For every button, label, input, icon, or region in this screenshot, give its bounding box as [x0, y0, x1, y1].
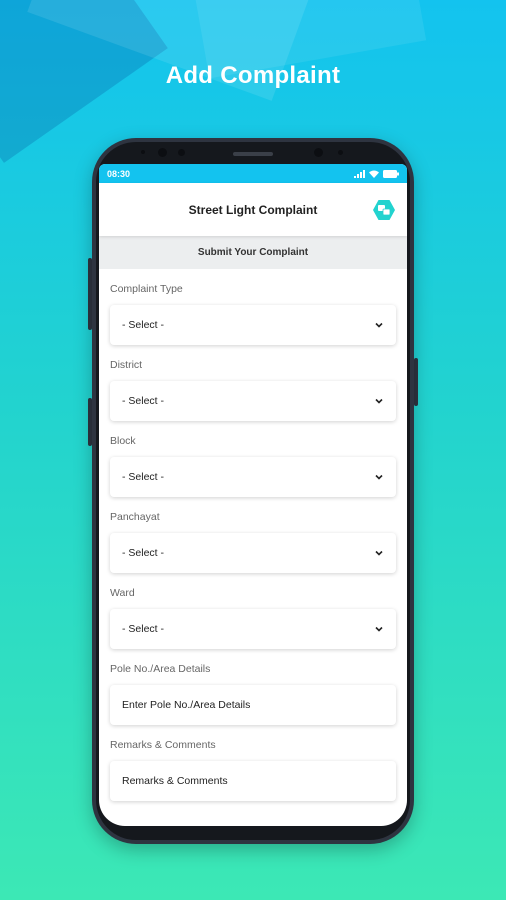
phone-sensor [141, 150, 145, 154]
panchayat-label: Panchayat [110, 511, 160, 523]
chevron-down-icon [375, 398, 383, 404]
district-select[interactable]: - Select - [110, 381, 396, 421]
app-screen: 08:30 Street Light Complaint Submit Your… [99, 164, 407, 826]
phone-power-button [414, 358, 418, 406]
translate-icon[interactable] [373, 200, 395, 220]
page-title: Street Light Complaint [188, 202, 318, 217]
select-value: - Select - [122, 547, 165, 559]
complaint-type-select[interactable]: - Select - [110, 305, 396, 345]
battery-icon [383, 169, 399, 178]
phone-camera [158, 148, 167, 157]
select-value: - Select - [122, 471, 165, 483]
complaint-form: Complaint Type - Select - District - Sel… [99, 283, 407, 801]
signal-icon [354, 169, 365, 178]
pole-details-input[interactable]: Enter Pole No./Area Details [110, 685, 396, 725]
remarks-input[interactable]: Remarks & Comments [110, 761, 396, 801]
promo-headline: Add Complaint [165, 62, 341, 89]
select-value: - Select - [122, 319, 165, 331]
input-placeholder: Remarks & Comments [122, 775, 228, 787]
status-time: 08:30 [107, 168, 131, 179]
chevron-down-icon [375, 626, 383, 632]
phone-sensor [338, 150, 343, 155]
status-bar: 08:30 [99, 164, 407, 183]
pole-details-label: Pole No./Area Details [110, 663, 211, 675]
block-label: Block [110, 435, 136, 447]
input-placeholder: Enter Pole No./Area Details [122, 699, 251, 711]
ward-select[interactable]: - Select - [110, 609, 396, 649]
section-header: Submit Your Complaint [99, 236, 407, 269]
chevron-down-icon [375, 474, 383, 480]
remarks-label: Remarks & Comments [110, 739, 216, 751]
ward-label: Ward [110, 587, 135, 599]
chevron-down-icon [375, 322, 383, 328]
wifi-icon [369, 170, 379, 178]
phone-speaker [233, 152, 273, 156]
district-label: District [110, 359, 143, 371]
block-select[interactable]: - Select - [110, 457, 396, 497]
chevron-down-icon [375, 550, 383, 556]
complaint-type-label: Complaint Type [110, 283, 183, 295]
select-value: - Select - [122, 623, 165, 635]
select-value: - Select - [122, 395, 165, 407]
phone-camera [178, 149, 185, 156]
phone-camera [314, 148, 323, 157]
panchayat-select[interactable]: - Select - [110, 533, 396, 573]
app-bar: Street Light Complaint [99, 183, 407, 236]
